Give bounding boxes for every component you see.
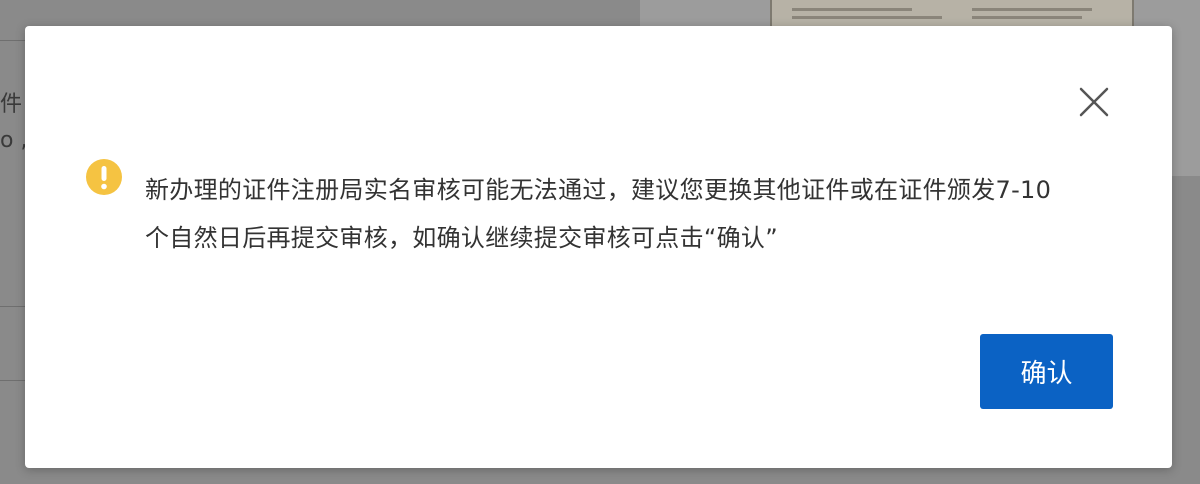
background-divider — [0, 40, 26, 41]
background-text-fragment: o , — [0, 128, 28, 153]
confirm-button[interactable]: 确认 — [980, 334, 1113, 409]
background-divider — [0, 306, 26, 307]
background-certificate-image — [770, 0, 1134, 28]
background-text-fragment: 件 — [0, 92, 23, 117]
warning-circle-icon — [85, 158, 123, 196]
confirm-dialog: 新办理的证件注册局实名审核可能无法通过，建议您更换其他证件或在证件颁发7-10个… — [25, 26, 1172, 468]
background-divider — [0, 380, 26, 381]
dialog-message: 新办理的证件注册局实名审核可能无法通过，建议您更换其他证件或在证件颁发7-10个… — [145, 176, 1052, 252]
close-button[interactable] — [1078, 86, 1110, 118]
close-icon — [1079, 87, 1109, 117]
